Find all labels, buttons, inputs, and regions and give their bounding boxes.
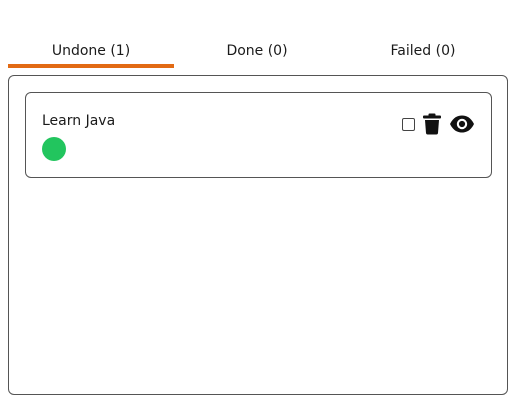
- task-actions: [402, 113, 475, 135]
- tab-undone[interactable]: Undone (1): [8, 38, 174, 68]
- trash-icon[interactable]: [422, 113, 442, 135]
- status-indicator: [42, 137, 66, 161]
- task-checkbox[interactable]: [402, 117, 415, 131]
- tab-failed[interactable]: Failed (0): [340, 38, 506, 68]
- eye-icon[interactable]: [449, 115, 475, 133]
- tab-done[interactable]: Done (0): [174, 38, 340, 68]
- task-title: Learn Java: [42, 113, 116, 129]
- task-list-panel: Learn Java: [8, 75, 508, 395]
- task-card: Learn Java: [25, 92, 492, 178]
- tab-bar: Undone (1) Done (0) Failed (0): [8, 38, 506, 68]
